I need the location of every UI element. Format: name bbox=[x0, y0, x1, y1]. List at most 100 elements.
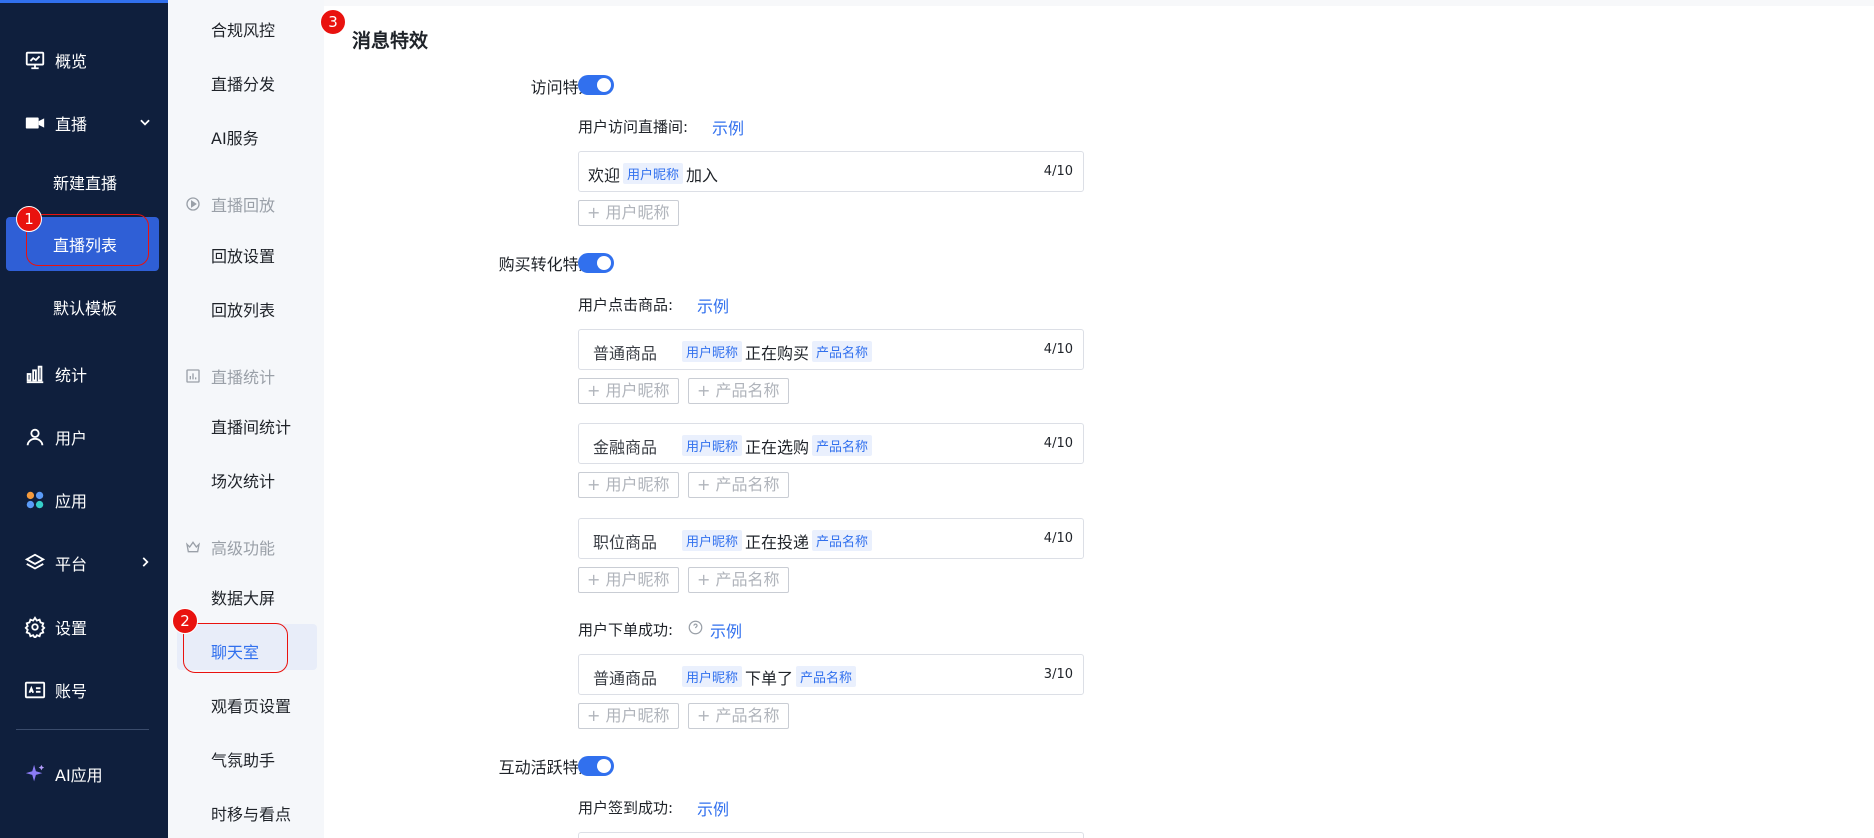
submenu-item-timeshift[interactable]: 时移与看点 bbox=[211, 801, 291, 825]
interact-effect-toggle[interactable] bbox=[578, 756, 614, 776]
add-product-name-button[interactable]: + 产品名称 bbox=[688, 378, 789, 404]
nav-account[interactable]: 账号 bbox=[0, 666, 168, 714]
nav-users[interactable]: 用户 bbox=[0, 413, 168, 461]
submenu-item-replay-list[interactable]: 回放列表 bbox=[211, 297, 275, 321]
product-category: 普通商品 bbox=[593, 344, 658, 363]
tag-user-nickname[interactable]: 用户昵称 bbox=[682, 435, 743, 456]
chevron-down-icon bbox=[140, 119, 150, 126]
tag-user-nickname[interactable]: 用户昵称 bbox=[682, 666, 743, 687]
nav-settings[interactable]: 设置 bbox=[0, 603, 168, 651]
step-badge-1: 1 bbox=[16, 206, 42, 232]
submenu-item-replay-settings[interactable]: 回放设置 bbox=[211, 243, 275, 267]
signin-sub-label: 用户签到成功: bbox=[578, 799, 674, 817]
tag-product-name[interactable]: 产品名称 bbox=[812, 341, 873, 362]
buy-example-link[interactable]: 示例 bbox=[697, 293, 729, 317]
submenu-item-compliance[interactable]: 合规风控 bbox=[211, 17, 275, 41]
layers-icon bbox=[24, 553, 46, 570]
signin-template-input[interactable] bbox=[578, 832, 1084, 838]
nav-default-template[interactable]: 默认模板 bbox=[0, 283, 168, 331]
tag-user-nickname[interactable]: 用户昵称 bbox=[682, 341, 743, 362]
step-badge-3: 3 bbox=[320, 9, 346, 35]
add-product-name-button[interactable]: + 产品名称 bbox=[688, 703, 789, 729]
submenu-group-replay: 直播回放 bbox=[185, 192, 275, 216]
user-icon bbox=[26, 428, 44, 446]
submenu-item-session-stats[interactable]: 场次统计 bbox=[211, 468, 275, 492]
submenu-item-watch-page[interactable]: 观看页设置 bbox=[211, 693, 291, 717]
nav-label: 默认模板 bbox=[53, 299, 118, 318]
char-count: 4/10 bbox=[1043, 436, 1073, 451]
submenu-group-label: 直播统计 bbox=[211, 368, 276, 387]
tag-product-name[interactable]: 产品名称 bbox=[796, 666, 857, 687]
step-2-highlight bbox=[183, 623, 288, 673]
visit-template-input[interactable]: 欢迎 用户昵称 加入 4/10 bbox=[578, 151, 1084, 192]
submenu-item-data-screen[interactable]: 数据大屏 bbox=[211, 585, 275, 609]
buy-template-normal[interactable]: 普通商品 用户昵称 正在购买 产品名称 4/10 bbox=[578, 329, 1084, 370]
add-user-nickname-button[interactable]: + 用户昵称 bbox=[578, 378, 679, 404]
visit-effect-toggle[interactable] bbox=[578, 75, 614, 95]
add-user-nickname-button[interactable]: + 用户昵称 bbox=[578, 200, 679, 226]
nav-platform[interactable]: 平台 bbox=[0, 539, 168, 587]
char-count: 4/10 bbox=[1043, 164, 1073, 179]
gear-icon bbox=[24, 616, 46, 638]
nav-label: 账号 bbox=[55, 682, 88, 701]
add-product-name-button[interactable]: + 产品名称 bbox=[688, 472, 789, 498]
chevron-right-icon bbox=[142, 557, 149, 567]
add-user-nickname-button[interactable]: + 用户昵称 bbox=[578, 472, 679, 498]
template-text: 用户昵称 正在选购 产品名称 bbox=[679, 434, 875, 458]
bar-chart-icon bbox=[186, 369, 200, 383]
sparkle-icon bbox=[25, 764, 45, 782]
toggle-knob bbox=[597, 78, 611, 92]
visit-example-link[interactable]: 示例 bbox=[712, 115, 744, 139]
main-sidebar: 概览 直播 新建直播 直播列表 默认模板 统计 用户 应用 平台 设置 账号 A… bbox=[0, 0, 168, 838]
buy-template-finance[interactable]: 金融商品 用户昵称 正在选购 产品名称 4/10 bbox=[578, 423, 1084, 464]
nav-new-live[interactable]: 新建直播 bbox=[0, 158, 168, 206]
submenu-group-label: 高级功能 bbox=[211, 539, 276, 558]
submenu-item-atmosphere[interactable]: 气氛助手 bbox=[211, 747, 275, 771]
product-category: 普通商品 bbox=[593, 669, 658, 688]
crown-icon bbox=[185, 541, 201, 553]
toggle-knob bbox=[597, 256, 611, 270]
nav-overview[interactable]: 概览 bbox=[0, 36, 168, 84]
template-text: 用户昵称 下单了 产品名称 bbox=[679, 665, 859, 689]
submenu-group-advanced: 高级功能 bbox=[185, 535, 275, 559]
product-category: 职位商品 bbox=[593, 533, 658, 552]
order-template-normal[interactable]: 普通商品 用户昵称 下单了 产品名称 3/10 bbox=[578, 654, 1084, 695]
nav-label: 概览 bbox=[55, 52, 88, 71]
main-content bbox=[324, 0, 1874, 838]
replay-icon bbox=[186, 197, 200, 211]
buy-template-job[interactable]: 职位商品 用户昵称 正在投递 产品名称 4/10 bbox=[578, 518, 1084, 559]
submenu-item-ai-service[interactable]: AI服务 bbox=[211, 125, 259, 149]
nav-label: 新建直播 bbox=[53, 174, 118, 193]
nav-stats[interactable]: 统计 bbox=[0, 350, 168, 398]
page-title: 消息特效 bbox=[352, 30, 429, 52]
submenu-item-room-stats[interactable]: 直播间统计 bbox=[211, 414, 291, 438]
add-user-nickname-button[interactable]: + 用户昵称 bbox=[578, 703, 679, 729]
submenu-item-distribution[interactable]: 直播分发 bbox=[211, 71, 275, 95]
product-category: 金融商品 bbox=[593, 438, 658, 457]
char-count: 4/10 bbox=[1043, 342, 1073, 357]
nav-label: 用户 bbox=[55, 429, 88, 448]
nav-apps[interactable]: 应用 bbox=[0, 476, 168, 524]
nav-label: 统计 bbox=[55, 366, 88, 385]
signin-example-link[interactable]: 示例 bbox=[697, 796, 729, 820]
nav-label: 设置 bbox=[55, 619, 88, 638]
nav-live[interactable]: 直播 bbox=[0, 99, 168, 147]
add-product-name-button[interactable]: + 产品名称 bbox=[688, 567, 789, 593]
buy-effect-toggle[interactable] bbox=[578, 253, 614, 273]
add-user-nickname-button[interactable]: + 用户昵称 bbox=[578, 567, 679, 593]
tag-user-nickname[interactable]: 用户昵称 bbox=[682, 530, 743, 551]
help-circle-icon[interactable] bbox=[688, 620, 703, 635]
bar-chart-icon bbox=[26, 365, 44, 384]
buy-effect-label: 购买转化特效: bbox=[498, 255, 600, 274]
nav-label: 应用 bbox=[55, 492, 88, 511]
order-example-link[interactable]: 示例 bbox=[710, 618, 742, 642]
tag-product-name[interactable]: 产品名称 bbox=[812, 435, 873, 456]
buy-sub-label: 用户点击商品: bbox=[578, 296, 674, 314]
tag-user-nickname[interactable]: 用户昵称 bbox=[623, 163, 684, 184]
toggle-knob bbox=[597, 759, 611, 773]
tag-product-name[interactable]: 产品名称 bbox=[812, 530, 873, 551]
step-badge-2: 2 bbox=[172, 608, 198, 634]
step-1-highlight bbox=[26, 214, 149, 266]
nav-label: 直播 bbox=[55, 115, 88, 134]
nav-ai-apps[interactable]: AI应用 bbox=[0, 750, 168, 798]
